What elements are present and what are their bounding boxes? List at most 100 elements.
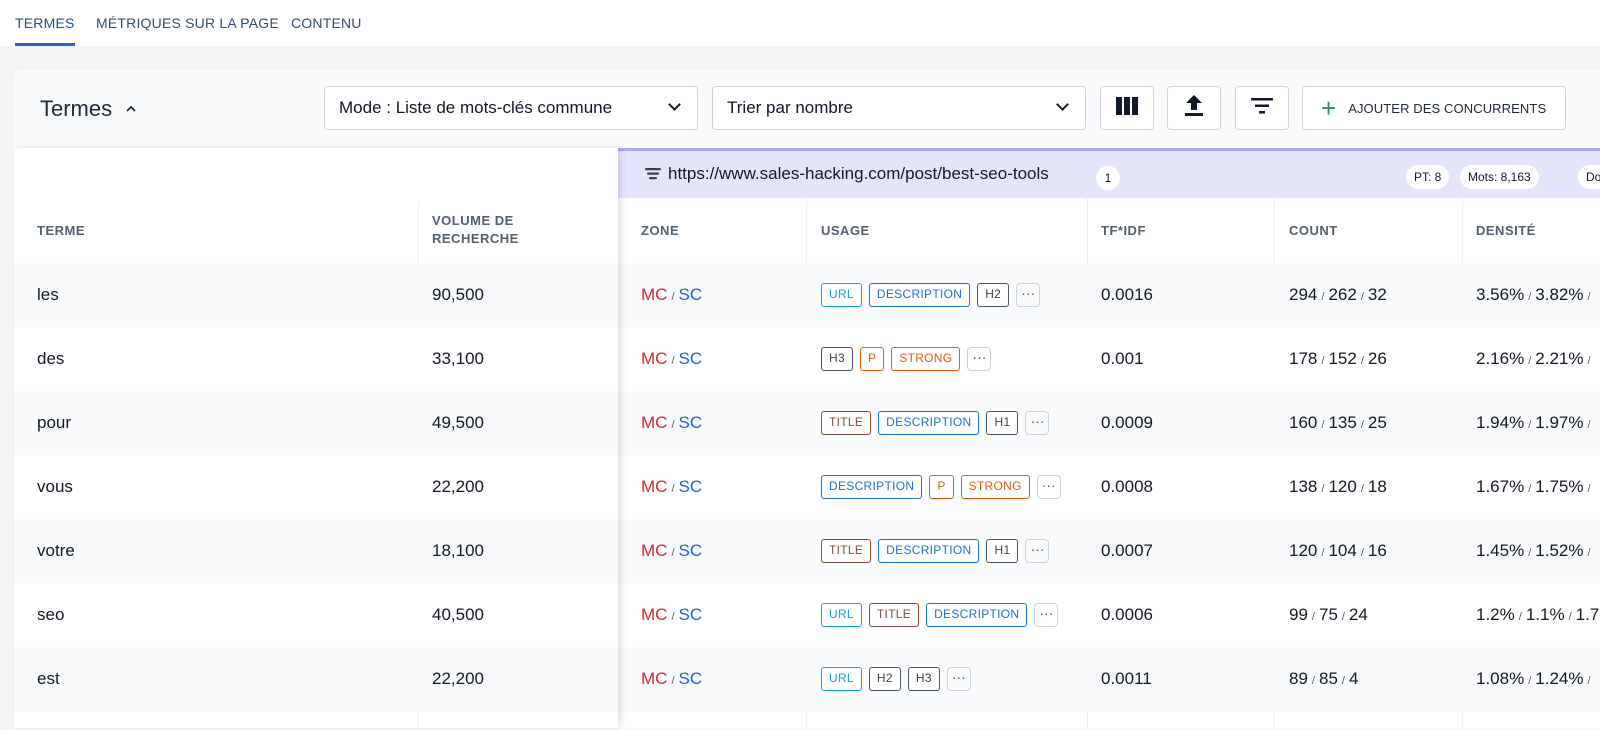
density-cell: 1.45%/1.52% / <box>1476 541 1595 563</box>
usage-tag-description: DESCRIPTION <box>926 603 1028 627</box>
add-competitors-button[interactable]: + AJOUTER DES CONCURRENTS <box>1302 86 1566 130</box>
separator: / <box>1528 419 1532 431</box>
usage-tags: URL TITLE DESCRIPTION ··· <box>821 603 1059 627</box>
usage-tag-url: URL <box>821 667 862 691</box>
usage-tag-description: DESCRIPTION <box>878 539 980 563</box>
density-cell: 1.67%/1.75% / <box>1476 477 1595 499</box>
volume-cell: 18,100 <box>432 541 484 560</box>
table-row[interactable]: vous 22,200 <box>14 455 618 520</box>
table-row[interactable]: est 22,200 <box>14 647 618 712</box>
usage-tag-title: TITLE <box>821 411 872 435</box>
separator: / <box>1311 675 1315 687</box>
col-header-zone[interactable]: ZONE <box>641 222 679 240</box>
terms-title-toggle[interactable]: Termes <box>40 96 136 122</box>
usage-tags: URL DESCRIPTION H2 ··· <box>821 283 1041 307</box>
term-cell: est <box>37 669 60 688</box>
col-header-count[interactable]: COUNT <box>1289 222 1338 240</box>
usage-tag-title: TITLE <box>821 539 872 563</box>
more-icon[interactable]: ··· <box>1034 603 1059 627</box>
count-value: 104 <box>1328 541 1357 560</box>
separator: / <box>1321 355 1325 367</box>
density-cell: 3.56%/3.82% / <box>1476 285 1595 307</box>
tab-contenu[interactable]: CONTENU <box>291 0 362 46</box>
separator: / <box>671 547 675 559</box>
separator: / <box>1587 483 1591 495</box>
chevron-up-icon <box>126 102 136 116</box>
table-row[interactable]: MC / SC H3 P STRONG ··· 0.001 178/152/26 2.16%/2.… <box>618 327 1600 392</box>
usage-tag-strong: STRONG <box>960 475 1030 499</box>
count-value: 135 <box>1328 413 1357 432</box>
tab-metriques[interactable]: MÉTRIQUES SUR LA PAGE <box>96 0 279 46</box>
usage-tag-h2: H2 <box>868 667 901 691</box>
separator: / <box>671 291 675 303</box>
usage-tag-h1: H1 <box>986 411 1019 435</box>
usage-tag-strong: STRONG <box>891 347 961 371</box>
col-header-volume[interactable]: VOLUME DE RECHERCHE <box>432 212 542 248</box>
upload-icon <box>1184 94 1204 122</box>
usage-tag-p: P <box>929 475 954 499</box>
mode-select-value: Mode : Liste de mots-clés commune <box>339 98 613 117</box>
separator: / <box>671 483 675 495</box>
density-value: 1.75% <box>1535 477 1584 496</box>
more-icon[interactable]: ··· <box>1025 411 1050 435</box>
zone-cell: MC / SC <box>641 605 702 627</box>
more-icon[interactable]: ··· <box>1025 539 1050 563</box>
col-header-usage[interactable]: USAGE <box>821 222 870 240</box>
more-icon[interactable]: ··· <box>1016 283 1041 307</box>
term-cell: votre <box>37 541 75 560</box>
separator: / <box>1528 355 1532 367</box>
mode-select[interactable]: Mode : Liste de mots-clés commune <box>324 86 698 130</box>
zone-sc: SC <box>678 285 703 304</box>
tfidf-cell: 0.0011 <box>1101 669 1152 688</box>
zone-mc: MC <box>641 669 668 688</box>
density-cell: 1.94%/1.97% / <box>1476 413 1595 435</box>
count-cell: 160/135/25 <box>1289 413 1387 435</box>
table-row[interactable]: votre 18,100 <box>14 519 618 584</box>
separator: / <box>671 355 675 367</box>
columns-button[interactable] <box>1100 86 1154 130</box>
table-row[interactable]: MC / SC URL H2 H3 ··· 0.0011 89/85/4 1.08%/1.24% / <box>618 647 1600 712</box>
zone-mc: MC <box>641 285 668 304</box>
zone-mc: MC <box>641 541 668 560</box>
zone-sc: SC <box>678 605 703 624</box>
usage-tag-description: DESCRIPTION <box>821 475 923 499</box>
more-icon[interactable]: ··· <box>1036 475 1061 499</box>
separator: / <box>1360 547 1364 559</box>
sort-select[interactable]: Trier par nombre <box>712 86 1086 130</box>
col-header-densite[interactable]: DENSITÉ <box>1476 222 1536 240</box>
table-row[interactable]: des 33,100 <box>14 327 618 392</box>
count-value: 75 <box>1318 605 1338 624</box>
filter-button[interactable] <box>1235 86 1289 130</box>
density-value: 3.82% <box>1535 285 1584 304</box>
domain-badge: Do <box>1578 165 1600 189</box>
table-row[interactable]: les 90,500 <box>14 263 618 328</box>
col-header-tfidf[interactable]: TF*IDF <box>1101 222 1146 240</box>
table-row[interactable]: seo 40,500 <box>14 583 618 648</box>
table-row[interactable]: MC / SC URL TITLE DESCRIPTION ··· 0.0006 99/75/2… <box>618 583 1600 648</box>
count-value: 120 <box>1328 477 1357 496</box>
add-competitors-label: AJOUTER DES CONCURRENTS <box>1348 100 1547 116</box>
col-header-terme[interactable]: TERME <box>37 222 85 240</box>
table-row[interactable]: MC / SC TITLE DESCRIPTION H1 ··· 0.0007 120/104/… <box>618 519 1600 584</box>
table-row[interactable]: MC / SC DESCRIPTION P STRONG ··· 0.0008 138/120/… <box>618 455 1600 520</box>
term-cell: les <box>37 285 59 304</box>
competitor-url-link[interactable]: https://www.sales-hacking.com/post/best-… <box>668 164 1049 184</box>
competitor-url-bar: https://www.sales-hacking.com/post/best-… <box>618 148 1600 198</box>
usage-tag-p: P <box>859 347 885 371</box>
more-icon[interactable]: ··· <box>946 667 971 691</box>
count-value: 26 <box>1367 349 1387 368</box>
tab-termes[interactable]: TERMES <box>15 0 75 46</box>
density-value: 1.78 <box>1575 605 1600 624</box>
count-cell: 89/85/4 <box>1289 669 1358 691</box>
chevron-down-icon <box>1056 98 1069 111</box>
table-row[interactable]: MC / SC URL DESCRIPTION H2 ··· 0.0016 294/262/32… <box>618 263 1600 328</box>
table-row[interactable]: MC / SC TITLE DESCRIPTION H1 ··· 0.0009 160/135/… <box>618 391 1600 456</box>
export-button[interactable] <box>1167 86 1221 130</box>
usage-tag-h2: H2 <box>977 283 1010 307</box>
separator: / <box>1360 355 1364 367</box>
more-icon[interactable]: ··· <box>967 347 992 371</box>
table-row[interactable]: pour 49,500 <box>14 391 618 456</box>
separator: / <box>1321 547 1325 559</box>
usage-tag-url: URL <box>821 603 862 627</box>
usage-tag-description: DESCRIPTION <box>868 283 971 307</box>
